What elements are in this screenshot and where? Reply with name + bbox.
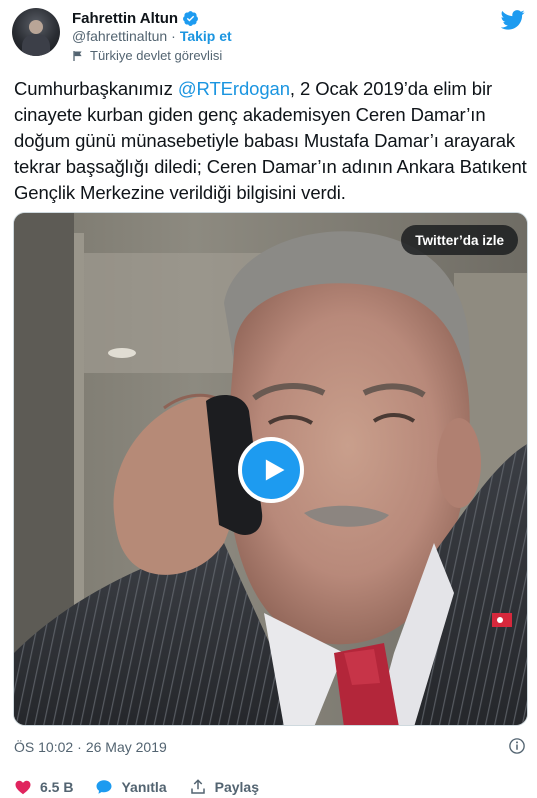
like-count: 6.5 B [40,779,74,795]
play-button[interactable] [238,437,304,503]
follow-button[interactable]: Takip et [180,28,232,44]
author-handle-row: @fahrettinaltun · Takip et [72,28,232,44]
account-label: Türkiye devlet görevlisi [72,48,222,63]
heart-icon [15,780,31,795]
reply-button[interactable]: Yanıtla [95,778,167,796]
verified-badge-icon [183,10,199,26]
avatar[interactable] [12,8,60,56]
tweet-header: Fahrettin Altun @fahrettinaltun · Takip … [12,6,525,64]
mention-link[interactable]: @RTErdogan [178,78,290,99]
share-icon [190,779,205,794]
reply-label: Yanıtla [121,779,167,795]
play-icon [265,459,284,481]
video-player[interactable]: Twitter’da izle [13,212,528,726]
author-name[interactable]: Fahrettin Altun [72,10,178,27]
tweet-timestamp[interactable]: ÖS 10:02 · 26 May 2019 [14,737,526,757]
author-handle[interactable]: @fahrettinaltun [72,28,167,44]
watch-on-twitter-button[interactable]: Twitter’da izle [401,225,518,255]
author-name-row[interactable]: Fahrettin Altun [72,8,199,28]
like-button[interactable]: 6.5 B [14,778,73,796]
twitter-bird-icon[interactable] [501,10,525,30]
share-label: Paylaş [214,779,259,795]
tweet-time: ÖS 10:02 [14,739,74,755]
share-button[interactable]: Paylaş [189,778,259,796]
tweet-text: Cumhurbaşkanımız @RTErdogan, 2 Ocak 2019… [14,76,529,206]
separator-dot: · [171,28,176,44]
tweet-date: 26 May 2019 [85,739,167,755]
separator-dot: · [77,739,82,755]
account-label-text: Türkiye devlet görevlisi [90,48,223,63]
info-icon[interactable] [508,737,526,755]
tweet-actions: 6.5 B Yanıtla Paylaş [14,776,526,798]
tweet-text-start: Cumhurbaşkanımız [14,78,178,99]
reply-icon [96,780,112,794]
flag-icon [73,50,82,61]
